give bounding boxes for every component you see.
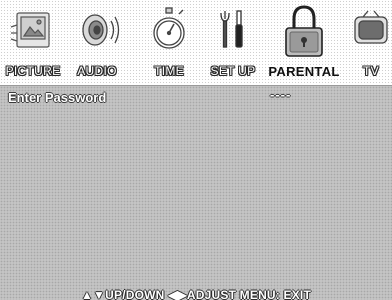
menu-item-label: PICTURE (5, 64, 61, 78)
menu-item-label: TIME (154, 64, 184, 78)
speaker-icon (67, 3, 127, 59)
menu-item-tv[interactable]: TV (350, 0, 392, 85)
menu-item-label: AUDIO (77, 64, 117, 78)
password-prompt-label: Enter Password (8, 90, 107, 105)
menu-item-setup[interactable]: SET UP (204, 0, 262, 85)
picture-icon (3, 3, 63, 59)
menu-item-parental[interactable]: PARENTAL (262, 0, 346, 85)
menu-item-label: PARENTAL (268, 64, 340, 79)
menu-item-picture[interactable]: PICTURE (0, 0, 66, 85)
navigation-hint: ▲▼UP/DOWN ◀▶ADJUST MENU: EXIT (80, 288, 311, 300)
menu-item-label: TV (363, 64, 379, 78)
parental-menu-screen: PICTURE AUDIO TIME SET UP PARENTAL TV En… (0, 0, 392, 300)
stopwatch-icon (139, 3, 199, 59)
menu-item-audio[interactable]: AUDIO (66, 0, 128, 85)
tools-icon (203, 3, 263, 59)
menu-bar: PICTURE AUDIO TIME SET UP PARENTAL TV (0, 0, 392, 85)
tv-icon (341, 3, 392, 59)
parental-content-panel: Enter Password ---- (0, 85, 392, 300)
menu-item-label: SET UP (210, 64, 256, 78)
menu-item-time[interactable]: TIME (138, 0, 200, 85)
padlock-icon (274, 3, 334, 59)
password-field[interactable]: ---- (270, 87, 291, 102)
